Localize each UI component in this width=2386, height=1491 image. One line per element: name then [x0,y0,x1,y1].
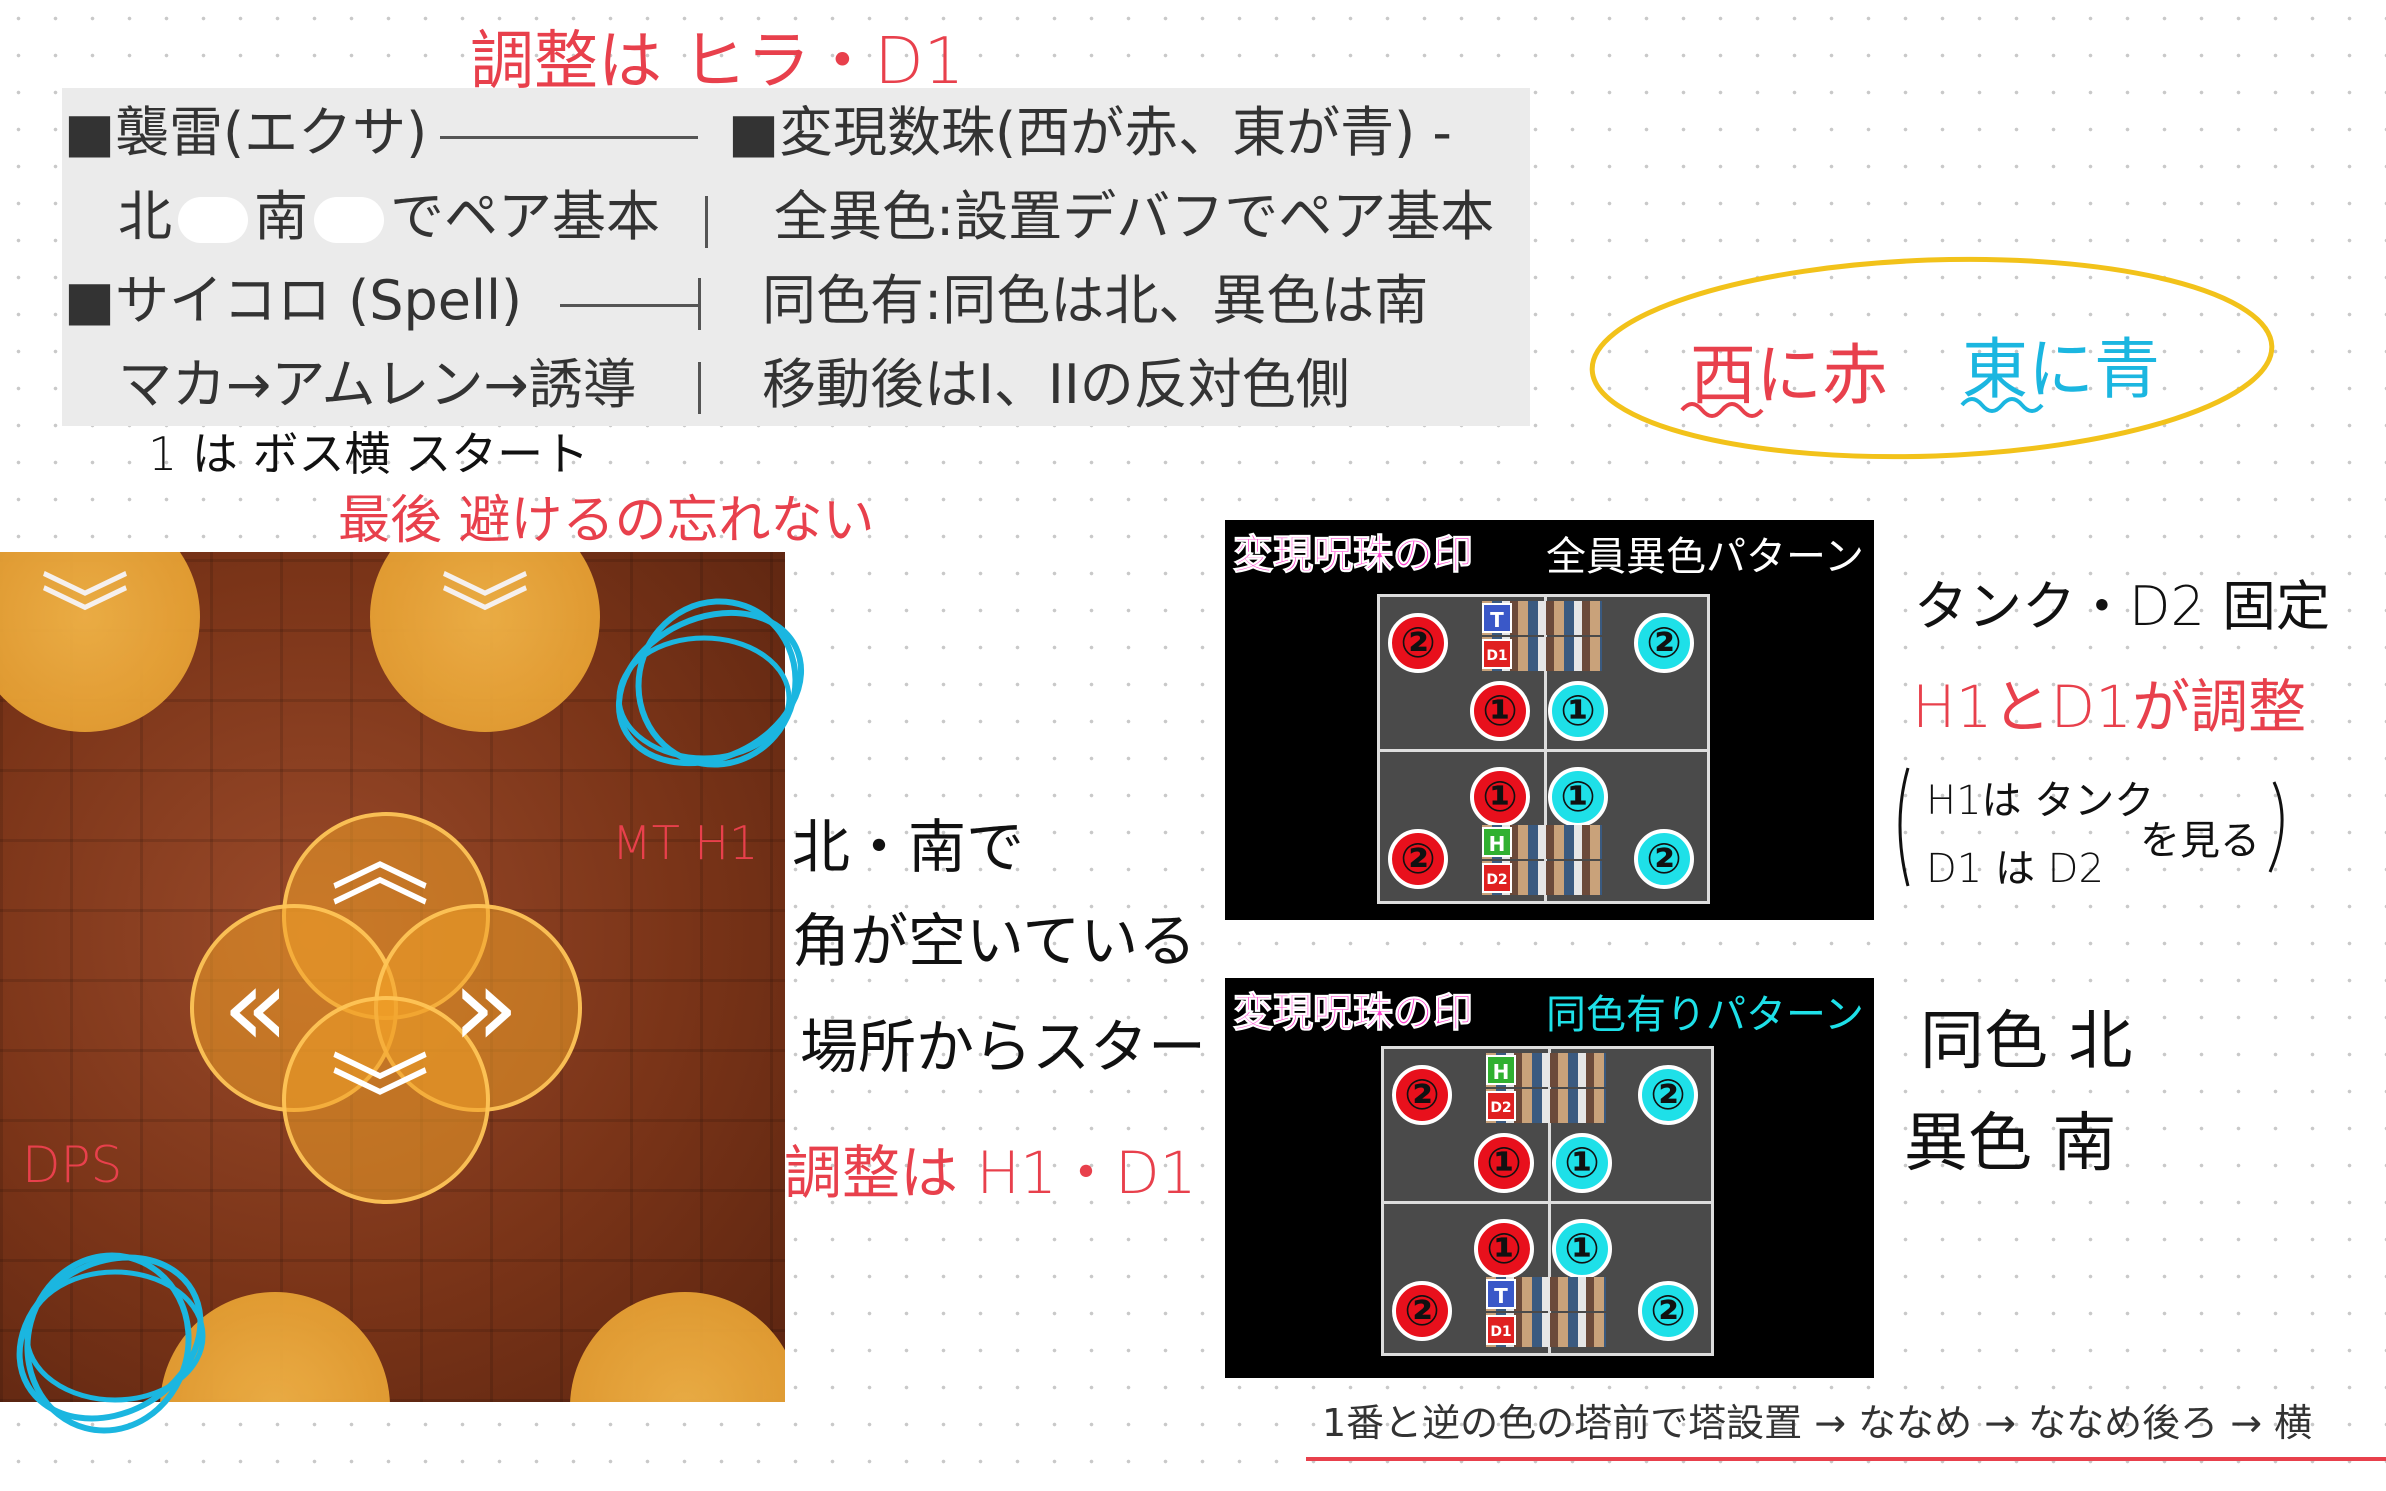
north-label: 北 [118,185,172,248]
role-tag-dps: D1 [1486,1315,1516,1345]
last-dodge-note: 最後 避けるの忘れない [338,491,875,551]
h1-d1-adjust-note: H1とD1が調整 [1912,673,2307,741]
pair-basic-label: でペア基本 [390,185,660,248]
red-underline [1306,1457,2386,1461]
divider-bar [705,196,708,248]
start-note: 1 は ボス横 スタート [148,427,590,481]
arena-grid: ② ② ① ① ① ① ② ② T D1 H D2 [1377,594,1710,904]
role-tag-tank: T [1486,1279,1516,1309]
chevron-down-icon: ︾ [330,1043,430,1160]
role-tag-dps: D1 [1482,639,1512,669]
pattern-title: 変現呪珠の印 [1233,990,1474,1037]
h1-look-note: H1は タンク [1926,778,2155,824]
chevron-right-icon: » [452,943,520,1071]
panel-line3-left: ■サイコロ (Spell) [64,269,523,332]
west-red-note: 西に赤 [1690,337,1888,414]
role-tag-dps: D2 [1482,863,1512,893]
cyan-scribble-northeast [615,598,805,768]
panel-line4-left: マカ→アムレン→誘導 [118,353,637,416]
panel-line1-right: ■変現数珠(西が赤、東が青) - [728,101,1452,164]
red-orb-1: ① [1474,1219,1534,1279]
tower-northwest: ︾ [0,552,200,732]
adjust-h1-d1-note: 調整は H1・D1 [784,1139,1197,1207]
corner-note-line3: 場所からスタート [800,1013,1265,1081]
blank-marker [178,197,248,244]
chevron-down-icon: ︾ [40,564,130,669]
panel-line2-left: 北南でペア基本 [118,190,660,244]
pattern-subtitle: 同色有りパターン [1546,992,1864,1038]
corner-note-line1: 北・南で [792,813,1025,881]
panel-line2-right: 全異色:設置デバフでペア基本 [774,185,1495,248]
red-orb-2: ② [1392,1281,1452,1341]
pattern-all-different: 変現呪珠の印 全員異色パターン ② ② ① ① ① ① ② ② T D1 H D… [1225,520,1874,920]
pattern-title: 変現呪珠の印 [1233,532,1474,579]
tower-southeast: ︽ [570,1292,785,1402]
cyan-scribble-southwest [16,1252,206,1434]
blue-orb-2: ② [1638,1281,1698,1341]
chevron-left-icon: « [222,943,290,1071]
chevron-down-icon: ︾ [440,564,530,669]
role-tag-tank: T [1482,603,1512,633]
divider-bar [698,278,701,330]
yellow-circle [1589,256,2275,460]
blue-orb-1: ① [1552,1219,1612,1279]
red-orb-1: ① [1470,681,1530,741]
blue-orb-1: ① [1548,681,1608,741]
red-orb-2: ② [1388,829,1448,889]
blue-orb-2: ② [1634,829,1694,889]
role-tag-dps: D2 [1486,1091,1516,1121]
blue-orb-2: ② [1634,613,1694,673]
red-orb-1: ① [1470,767,1530,827]
chevron-up-icon: ︽ [230,1362,320,1403]
red-orb-2: ② [1392,1065,1452,1125]
connector-line [560,304,698,307]
red-orb-1: ① [1474,1133,1534,1193]
mt-h1-label: MT H1 [612,816,759,870]
connector-line [440,136,698,139]
pattern-same-color: 変現呪珠の印 同色有りパターン ② ② ① ① ① ① ② ② H D2 T D… [1225,978,1874,1378]
red-orb-2: ② [1388,613,1448,673]
divider-bar [698,362,701,414]
arena-grid: ② ② ① ① ① ① ② ② H D2 T D1 [1381,1046,1714,1356]
role-tag-healer: H [1482,827,1512,857]
blue-orb-1: ① [1548,767,1608,827]
east-blue-note: 東に青 [1962,331,2160,408]
tower-northeast: ︾ [370,552,600,732]
tank-fixed-note: タンク・D2 固定 [1914,575,2331,638]
pattern-subtitle: 全員異色パターン [1546,534,1864,580]
dps-label: DPS [22,1136,123,1194]
blue-orb-1: ① [1552,1133,1612,1193]
panel-line3-right: 同色有:同色は北、異色は南 [762,269,1429,332]
strategy-panel: ■襲雷(エクサ) ■変現数珠(西が赤、東が青) - 北南でペア基本 全異色:設置… [62,88,1530,426]
role-tag-healer: H [1486,1055,1516,1085]
blue-orb-2: ② [1638,1065,1698,1125]
bottom-procedure-text: 1番と逆の色の塔前で塔設置 → ななめ → ななめ後ろ → 横 [1322,1401,2313,1445]
panel-line1-left: ■襲雷(エクサ) [64,101,428,164]
corner-note-line2: 角が空いている [792,907,1197,975]
d1-look-note: D1 は D2 [1926,846,2104,892]
blank-marker [314,197,384,244]
panel-line4-right: 移動後はI、IIの反対色側 [762,353,1350,416]
south-label: 南 [254,185,308,248]
chevron-up-icon: ︽ [330,803,430,920]
diff-color-south-note: 異色 南 [1904,1107,2117,1181]
look-note: を見る [2140,818,2260,864]
same-color-north-note: 同色 北 [1920,1005,2133,1079]
chevron-up-icon: ︽ [640,1362,730,1403]
